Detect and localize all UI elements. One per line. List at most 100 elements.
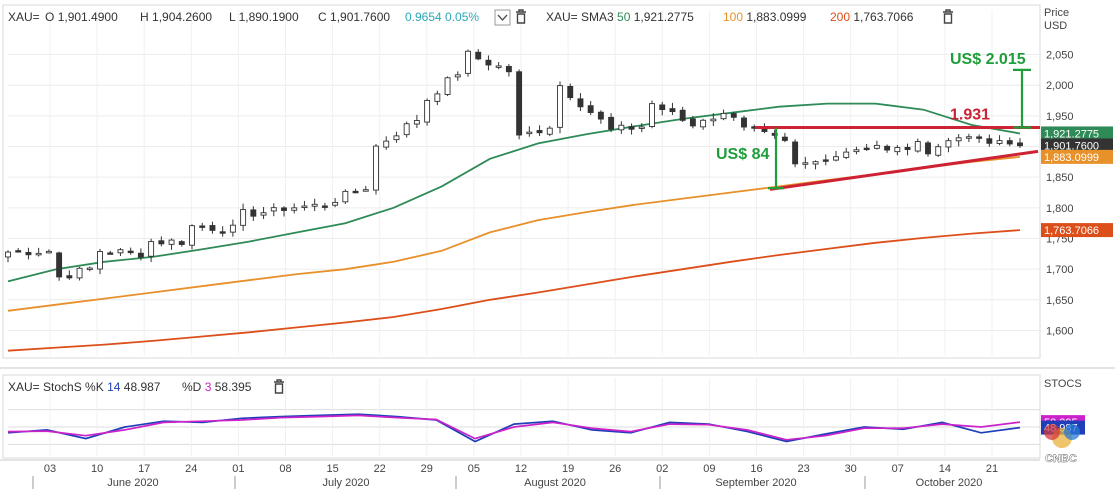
svg-text:XAU=: XAU= bbox=[8, 10, 40, 24]
candle-body bbox=[628, 126, 635, 130]
candle-body bbox=[526, 131, 533, 135]
x-tick-label: 15 bbox=[326, 463, 338, 475]
change-pct: 0.05% bbox=[445, 10, 479, 24]
candle-body bbox=[86, 267, 93, 270]
watermark-text: CNBC bbox=[1045, 453, 1077, 465]
x-tick-label: 14 bbox=[939, 463, 951, 475]
resistance-label: 1.931 bbox=[950, 107, 990, 124]
stoch-k-period: 14 bbox=[107, 380, 121, 394]
candle-body bbox=[281, 207, 287, 211]
candle-body bbox=[35, 252, 42, 256]
candle-body bbox=[311, 203, 318, 207]
x-tick-label: 19 bbox=[562, 463, 574, 475]
candle-body bbox=[362, 189, 369, 192]
candle-body bbox=[608, 116, 615, 130]
x-axis: 03 10 17 24 01 08 15 22 29 05 12 19 26 02 09 16 23 30 07 14… bbox=[0, 459, 1040, 489]
x-tick-label: 08 bbox=[279, 463, 291, 475]
candle-body bbox=[178, 241, 185, 245]
candle-body bbox=[454, 74, 461, 78]
x-tick-label: 24 bbox=[185, 463, 197, 475]
candle-body bbox=[137, 252, 144, 258]
candle-body bbox=[925, 142, 931, 155]
candle-body bbox=[240, 209, 247, 226]
price-tick-label: 1,650 bbox=[1046, 295, 1074, 307]
price-tick-label: 1,800 bbox=[1046, 203, 1074, 215]
ohlc-close-value: 1,901.7600 bbox=[330, 10, 390, 24]
svg-text:%D 3 58.395: %D 3 58.395 bbox=[182, 380, 252, 394]
ohlc-low-value: 1,890.1900 bbox=[239, 10, 299, 24]
candle-body bbox=[853, 149, 860, 153]
candle-body bbox=[76, 267, 83, 279]
chart-canvas: US$ 2.015 1.931 US$ 84 XAU= O 1,901.4900 H… bbox=[0, 4, 1115, 489]
ohlc-open-value: 1,901.4900 bbox=[58, 10, 118, 24]
candle-body bbox=[700, 119, 707, 128]
svg-text:XAU= StochS %K 14 48.987: XAU= StochS %K 14 48.987 bbox=[8, 380, 161, 394]
candle-body bbox=[843, 151, 850, 158]
candle-body bbox=[516, 71, 523, 136]
candle-body bbox=[638, 126, 645, 129]
price-tick-label: 1,700 bbox=[1046, 264, 1074, 276]
svg-text:L 1,890.1900: L 1,890.1900 bbox=[229, 10, 299, 24]
candle-body bbox=[495, 65, 502, 68]
candle-body bbox=[465, 50, 471, 74]
candle-body bbox=[894, 147, 901, 153]
svg-text:200 1,763.7066: 200 1,763.7066 bbox=[830, 10, 914, 24]
candle-body bbox=[792, 141, 799, 165]
candle-body bbox=[444, 77, 451, 95]
x-month-label: September 2020 bbox=[715, 477, 796, 489]
sma100-period: 100 bbox=[723, 10, 743, 24]
ohlc-close-key: C bbox=[318, 10, 327, 24]
x-tick-label: 23 bbox=[797, 463, 809, 475]
candle-body bbox=[914, 141, 921, 152]
candle-body bbox=[260, 212, 267, 216]
sma200-period: 200 bbox=[830, 10, 850, 24]
candle-body bbox=[332, 202, 339, 206]
candle-body bbox=[413, 120, 420, 125]
price-axis-unit: USD bbox=[1044, 20, 1067, 32]
svg-text:XAU= SMA3 50 1,921.2775: XAU= SMA3 50 1,921.2775 bbox=[546, 10, 694, 24]
candle-body bbox=[158, 240, 165, 245]
svg-text:0.9654 0.05%: 0.9654 0.05% bbox=[405, 10, 479, 24]
candle-body bbox=[475, 51, 482, 60]
candle-body bbox=[56, 252, 63, 278]
candle-body bbox=[291, 207, 298, 211]
candle-body bbox=[873, 144, 880, 149]
candle-body bbox=[986, 138, 993, 144]
sma200-value: 1,763.7066 bbox=[853, 10, 913, 24]
legend-dropdown-button[interactable] bbox=[494, 9, 511, 26]
ohlc-high-value: 1,904.2600 bbox=[152, 10, 212, 24]
x-tick-label: 07 bbox=[892, 463, 904, 475]
candle-body bbox=[321, 205, 328, 208]
candle-body bbox=[546, 127, 553, 135]
candle-body bbox=[5, 251, 11, 258]
stoch-d-period: 3 bbox=[205, 380, 212, 394]
candle-body bbox=[802, 162, 809, 165]
candle-body bbox=[669, 108, 676, 113]
svg-text:C 1,901.7600: C 1,901.7600 bbox=[318, 10, 390, 24]
candle-body bbox=[689, 118, 696, 127]
x-tick-label: 03 bbox=[44, 463, 56, 475]
x-tick-label: 02 bbox=[656, 463, 668, 475]
price-tick-label: 1,850 bbox=[1046, 172, 1074, 184]
x-tick-label: 30 bbox=[845, 463, 857, 475]
candle-body bbox=[505, 66, 512, 73]
candle-body bbox=[863, 147, 870, 151]
candle-body bbox=[833, 156, 839, 161]
candle-body bbox=[66, 275, 73, 279]
x-tick-label: 01 bbox=[232, 463, 244, 475]
candle-body bbox=[199, 225, 206, 228]
candle-body bbox=[219, 231, 226, 234]
candle-body bbox=[884, 145, 891, 151]
price-tick-label: 1,950 bbox=[1046, 111, 1074, 123]
candle-body bbox=[649, 103, 655, 127]
candle-body bbox=[935, 146, 942, 156]
candle-body bbox=[587, 105, 594, 113]
x-month-label: July 2020 bbox=[322, 477, 369, 489]
candle-body bbox=[45, 250, 52, 254]
candle-body bbox=[250, 209, 257, 217]
candle-body bbox=[1017, 142, 1023, 147]
candle-body bbox=[209, 225, 216, 231]
svg-text:H 1,904.2600: H 1,904.2600 bbox=[140, 10, 212, 24]
candle-body bbox=[567, 85, 574, 99]
candle-body bbox=[393, 135, 400, 141]
